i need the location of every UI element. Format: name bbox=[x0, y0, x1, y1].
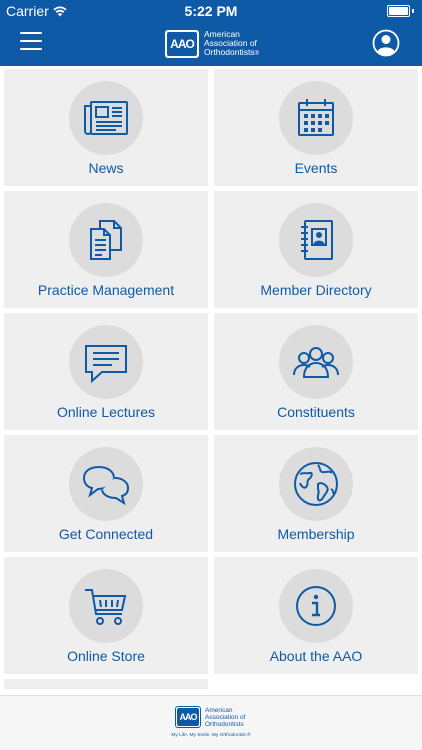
tile-label: Practice Management bbox=[37, 282, 175, 298]
tile-icon-circle bbox=[69, 569, 143, 643]
tile-about-aao[interactable]: About the AAO bbox=[214, 557, 418, 674]
hamburger-icon[interactable] bbox=[20, 32, 44, 54]
tile-events[interactable]: Events bbox=[214, 69, 418, 186]
tile-label: Constituents bbox=[277, 404, 355, 420]
footer-tagline: My Life. My Smile. My Orthodontist.® bbox=[171, 733, 251, 738]
shopping-cart-icon bbox=[85, 589, 127, 625]
battery-icon bbox=[387, 5, 414, 17]
partial-tile[interactable] bbox=[4, 679, 208, 689]
tile-label: Member Directory bbox=[260, 282, 372, 298]
aao-logo: AAO American Association of Orthodontist… bbox=[165, 27, 259, 61]
status-bar: Carrier 5:22 PM bbox=[0, 0, 422, 22]
tile-news[interactable]: News bbox=[4, 69, 208, 186]
user-profile-icon[interactable] bbox=[372, 29, 400, 57]
tile-icon-circle bbox=[279, 203, 353, 277]
chat-bubble-icon bbox=[85, 345, 127, 384]
tile-member-directory[interactable]: Member Directory bbox=[214, 191, 418, 308]
tile-online-lectures[interactable]: Online Lectures bbox=[4, 313, 208, 430]
tile-icon-circle bbox=[279, 569, 353, 643]
tile-icon-circle bbox=[69, 203, 143, 277]
footer: AAO American Association of Orthodontist… bbox=[0, 695, 422, 750]
globe-icon bbox=[294, 462, 338, 506]
tile-label: News bbox=[88, 160, 124, 176]
newspaper-icon bbox=[84, 101, 128, 135]
tile-icon-circle bbox=[69, 325, 143, 399]
tile-icon-circle bbox=[279, 325, 353, 399]
calendar-icon bbox=[298, 99, 334, 136]
tile-label: Events bbox=[294, 160, 338, 176]
navigation-bar: AAO American Association of Orthodontist… bbox=[0, 22, 422, 66]
tile-icon-circle bbox=[69, 81, 143, 155]
tile-icon-circle bbox=[69, 447, 143, 521]
tile-get-connected[interactable]: Get Connected bbox=[4, 435, 208, 552]
status-time: 5:22 PM bbox=[184, 3, 238, 19]
tile-label: Online Lectures bbox=[56, 404, 156, 420]
group-icon bbox=[293, 347, 339, 378]
tile-icon-circle bbox=[279, 81, 353, 155]
aao-logo-text: American Association of Orthodontists® bbox=[204, 28, 259, 57]
footer-logo-text: American Association of Orthodontists bbox=[205, 706, 246, 728]
footer-aao-logo: AAO American Association of Orthodontist… bbox=[175, 706, 245, 728]
tile-online-store[interactable]: Online Store bbox=[4, 557, 208, 674]
tile-membership[interactable]: Membership bbox=[214, 435, 418, 552]
tile-label: Membership bbox=[277, 526, 355, 542]
tile-icon-circle bbox=[279, 447, 353, 521]
documents-icon bbox=[90, 220, 122, 260]
aao-logo-mark: AAO bbox=[165, 30, 199, 58]
tile-label: Online Store bbox=[67, 648, 145, 664]
tile-label: Get Connected bbox=[58, 526, 154, 542]
info-icon bbox=[296, 586, 336, 626]
conversation-icon bbox=[82, 465, 130, 506]
tile-label: About the AAO bbox=[269, 648, 363, 664]
tile-constituents[interactable]: Constituents bbox=[214, 313, 418, 430]
address-book-icon bbox=[301, 220, 333, 260]
footer-logo-mark: AAO bbox=[175, 706, 201, 728]
tile-practice-management[interactable]: Practice Management bbox=[4, 191, 208, 308]
